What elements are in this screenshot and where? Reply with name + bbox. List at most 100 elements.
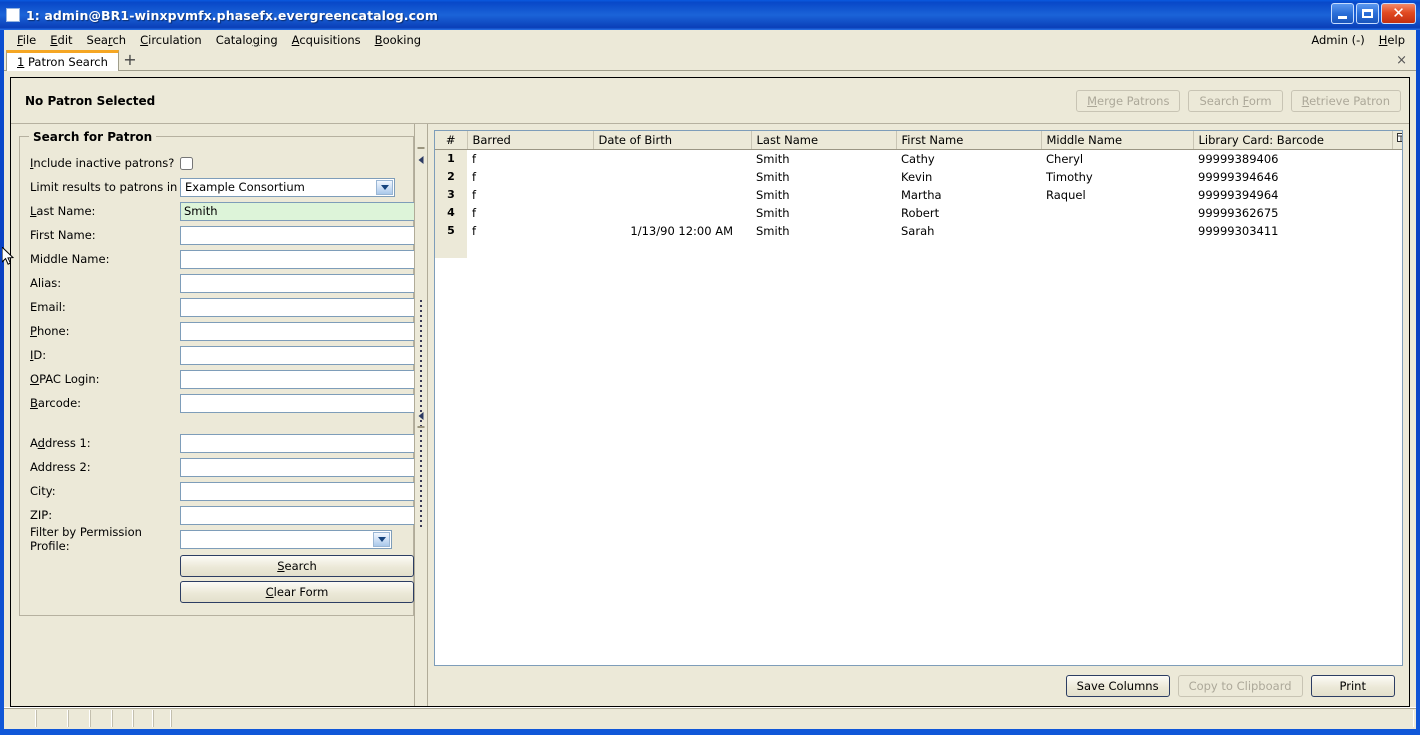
- column-header-library-card-barcode[interactable]: Library Card: Barcode: [1193, 131, 1393, 150]
- middle-name-label: Middle Name:: [30, 252, 110, 266]
- include-inactive-checkbox[interactable]: [180, 156, 193, 170]
- cell-last-name: Smith: [751, 185, 896, 204]
- window-title: 1: admin@BR1-winxpvmfx.phasefx.evergreen…: [26, 7, 438, 23]
- menu-cataloging[interactable]: Cataloging: [209, 31, 285, 49]
- form-row-address2: Address 2:: [30, 455, 417, 479]
- form-row-opac-login: OPAC Login:: [30, 367, 417, 391]
- clear-form-button[interactable]: Clear Form: [180, 581, 414, 603]
- menu-circulation[interactable]: Circulation: [133, 31, 209, 49]
- email-label: Email:: [30, 300, 66, 314]
- search-form-button[interactable]: Search Form: [1188, 89, 1283, 112]
- copy-to-clipboard-button[interactable]: Copy to Clipboard: [1177, 675, 1303, 697]
- cell-dob: [593, 185, 751, 204]
- tab-accelerator: 1: [17, 55, 25, 69]
- status-cell-2: [36, 710, 68, 727]
- zip-label: ZIP:: [30, 508, 53, 522]
- search-button[interactable]: Search: [180, 555, 414, 577]
- limit-results-label: Limit results to patrons in: [30, 180, 178, 194]
- results-table: # Barred Date of Birth Last Name First N…: [435, 131, 1402, 258]
- new-tab-button[interactable]: +: [119, 50, 141, 70]
- permission-profile-select[interactable]: [180, 529, 392, 549]
- search-pane: Search for Patron Include inactive patro…: [11, 124, 417, 706]
- app-icon: [6, 8, 20, 22]
- patron-summary-bar: No Patron Selected Merge Patrons Search …: [11, 78, 1409, 124]
- cell-first-name: Robert: [896, 203, 1041, 222]
- column-header-dob[interactable]: Date of Birth: [593, 131, 752, 150]
- collapse-left-arrow-icon[interactable]: [418, 156, 424, 164]
- tab-strip: 1 Patron Search + ×: [4, 50, 1416, 71]
- address2-input[interactable]: [180, 457, 417, 477]
- middle-name-input[interactable]: [180, 249, 417, 269]
- cell-barcode: 99999394964: [1193, 185, 1392, 204]
- form-row-permission-profile: Filter by Permission Profile:: [30, 525, 403, 553]
- address1-label: Address 1:: [30, 436, 91, 450]
- form-row-barcode: Barcode:: [30, 391, 417, 415]
- city-input[interactable]: [180, 481, 417, 501]
- id-input[interactable]: [180, 345, 417, 365]
- results-header-row: # Barred Date of Birth Last Name First N…: [435, 131, 1402, 150]
- menu-edit[interactable]: Edit: [43, 31, 79, 49]
- zip-input[interactable]: [180, 505, 417, 525]
- menu-booking[interactable]: Booking: [368, 31, 428, 49]
- menu-acquisitions[interactable]: Acquisitions: [285, 31, 368, 49]
- cell-first-name: Cathy: [896, 149, 1041, 168]
- alias-input[interactable]: [180, 273, 417, 293]
- form-row-include-inactive: Include inactive patrons?: [30, 151, 403, 175]
- column-header-barred[interactable]: Barred: [467, 131, 594, 150]
- opac-login-label: OPAC Login:: [30, 372, 100, 386]
- minimize-button[interactable]: [1331, 3, 1354, 24]
- email-input[interactable]: [180, 297, 417, 317]
- patron-action-buttons: Merge Patrons Search Form Retrieve Patro…: [1076, 89, 1401, 112]
- tab-patron-search[interactable]: 1 Patron Search: [6, 50, 119, 71]
- save-columns-button[interactable]: Save Columns: [1065, 675, 1170, 697]
- print-button[interactable]: Print: [1310, 675, 1395, 697]
- column-header-middle-name[interactable]: Middle Name: [1041, 131, 1194, 150]
- row-number: 4: [435, 203, 467, 222]
- cell-dob: [593, 203, 751, 222]
- menu-admin[interactable]: Admin (-): [1304, 31, 1371, 49]
- last-name-input[interactable]: [180, 201, 417, 221]
- limit-results-select[interactable]: Example Consortium: [180, 177, 395, 197]
- row-number: 3: [435, 185, 467, 204]
- menu-bar-right: Admin (-) Help: [1304, 30, 1412, 50]
- merge-patrons-button[interactable]: Merge Patrons: [1076, 89, 1181, 112]
- menu-help[interactable]: Help: [1372, 31, 1412, 49]
- patron-search-panel: No Patron Selected Merge Patrons Search …: [10, 77, 1410, 707]
- cell-barcode: 99999389406: [1193, 149, 1392, 168]
- application-window: 1: admin@BR1-winxpvmfx.phasefx.evergreen…: [0, 0, 1420, 735]
- cell-barred: f: [467, 185, 593, 204]
- maximize-button[interactable]: [1356, 3, 1379, 24]
- menu-search[interactable]: Search: [80, 31, 134, 49]
- cell-last-name: Smith: [751, 167, 896, 186]
- form-spacer: [30, 415, 403, 431]
- city-label: City:: [30, 484, 56, 498]
- close-button[interactable]: ✕: [1381, 3, 1416, 24]
- address1-input[interactable]: [180, 433, 417, 453]
- collapse-left-arrow-icon-2[interactable]: [418, 412, 424, 420]
- column-header-num[interactable]: #: [435, 131, 468, 150]
- cell-last-name: Smith: [751, 203, 896, 222]
- menu-bar: File Edit Search Circulation Cataloging …: [4, 30, 1416, 50]
- chevron-down-icon: [376, 179, 393, 195]
- table-row: 5 f 1/13/90 12:00 AM Smith Sarah 9999930…: [435, 221, 1402, 240]
- form-row-address1: Address 1:: [30, 431, 417, 455]
- first-name-input[interactable]: [180, 225, 417, 245]
- status-cell-5: [112, 710, 133, 727]
- pane-splitter[interactable]: [414, 124, 428, 706]
- close-tab-icon[interactable]: ×: [1396, 53, 1407, 68]
- splitter-tick-bottom: [417, 426, 425, 428]
- address2-label: Address 2:: [30, 460, 91, 474]
- form-row-middle-name: Middle Name:: [30, 247, 417, 271]
- barcode-input[interactable]: [180, 393, 417, 413]
- column-picker-button[interactable]: [1392, 131, 1402, 150]
- menu-file[interactable]: File: [10, 31, 43, 49]
- retrieve-patron-button[interactable]: Retrieve Patron: [1290, 89, 1401, 112]
- column-header-first-name[interactable]: First Name: [896, 131, 1042, 150]
- cell-barred: f: [467, 203, 593, 222]
- column-header-last-name[interactable]: Last Name: [751, 131, 897, 150]
- opac-login-input[interactable]: [180, 369, 417, 389]
- column-picker-icon: [1396, 132, 1402, 145]
- form-row-city: City:: [30, 479, 417, 503]
- table-filler-row: [435, 239, 1402, 258]
- phone-input[interactable]: [180, 321, 417, 341]
